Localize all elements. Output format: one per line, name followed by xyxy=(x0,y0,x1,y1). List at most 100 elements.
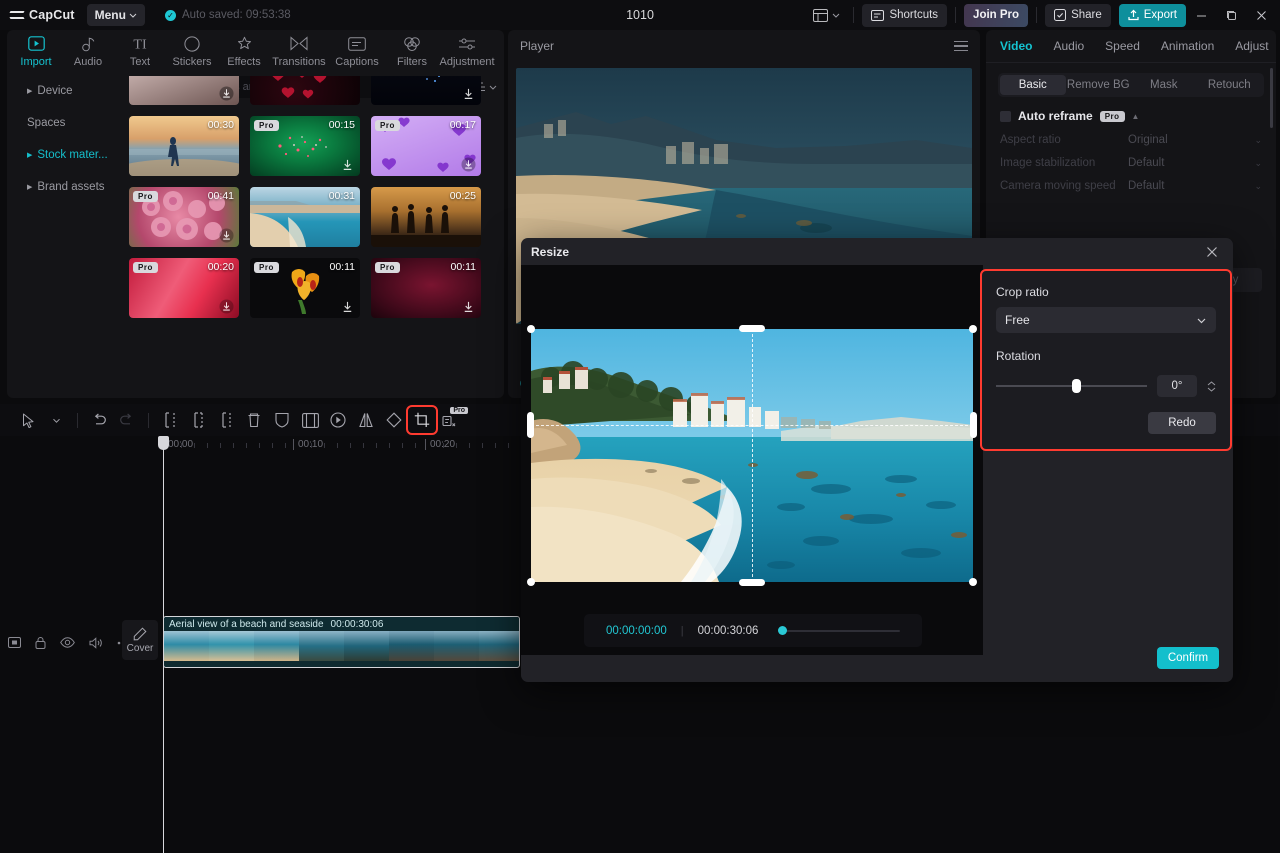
nav-tab-text[interactable]: TI Text xyxy=(114,35,166,68)
maximize-button[interactable] xyxy=(1216,0,1246,30)
crop-handle-top-right[interactable] xyxy=(969,325,977,333)
crop-handle-left[interactable] xyxy=(527,412,534,438)
chevron-down-icon[interactable]: ⌄ xyxy=(1254,181,1262,192)
media-thumbnail[interactable]: 00:30 xyxy=(129,116,239,176)
redo-button[interactable]: Redo xyxy=(1148,412,1216,434)
tab-video[interactable]: Video xyxy=(1000,39,1032,53)
chevron-up-icon[interactable]: ▲ xyxy=(1132,112,1140,121)
chevron-down-icon[interactable] xyxy=(1207,387,1216,392)
split-button[interactable] xyxy=(156,407,184,433)
download-icon[interactable] xyxy=(219,86,234,101)
download-icon[interactable] xyxy=(340,299,355,314)
auto-reframe-row[interactable]: Auto reframe Pro ▲ xyxy=(1000,109,1276,123)
mask-button[interactable] xyxy=(268,407,296,433)
crop-handle-top-left[interactable] xyxy=(527,325,535,333)
camera-moving-speed-row[interactable]: Camera moving speed Default ⌄ xyxy=(1000,180,1262,192)
shortcuts-button[interactable]: Shortcuts xyxy=(862,4,947,27)
tab-animation[interactable]: Animation xyxy=(1161,39,1214,53)
crop-handle-bottom-right[interactable] xyxy=(969,578,977,586)
close-button[interactable] xyxy=(1246,0,1276,30)
freeze-button[interactable] xyxy=(296,407,324,433)
crop-button[interactable] xyxy=(408,407,436,433)
select-tool-dropdown[interactable] xyxy=(42,407,70,433)
nav-tab-captions[interactable]: Captions xyxy=(328,35,386,68)
download-icon[interactable] xyxy=(219,228,234,243)
media-thumbnail[interactable] xyxy=(250,76,360,105)
download-icon[interactable] xyxy=(461,299,476,314)
export-button[interactable]: Export xyxy=(1119,4,1186,27)
properties-scrollbar[interactable] xyxy=(1270,68,1273,128)
rotation-value-field[interactable]: 0° xyxy=(1157,375,1197,397)
scrubber-knob[interactable] xyxy=(778,626,787,635)
auto-reframe-checkbox[interactable] xyxy=(1000,111,1011,122)
image-stabilization-row[interactable]: Image stabilization Default ⌄ xyxy=(1000,157,1262,169)
close-icon[interactable] xyxy=(1201,241,1223,263)
media-thumbnail[interactable]: Pro 00:15 xyxy=(250,116,360,176)
trim-left-button[interactable] xyxy=(184,407,212,433)
sidebar-item-brand-assets[interactable]: ▶ Brand assets xyxy=(17,174,121,200)
nav-tab-effects[interactable]: Effects xyxy=(218,35,270,68)
playhead-handle[interactable] xyxy=(158,436,169,450)
mirror-button[interactable] xyxy=(352,407,380,433)
timeline-clip[interactable]: Aerial view of a beach and seaside 00:00… xyxy=(163,616,520,668)
segment-remove-bg[interactable]: Remove BG xyxy=(1066,75,1132,95)
track-thumb-toggle[interactable] xyxy=(8,637,21,648)
aspect-ratio-row[interactable]: Aspect ratio Original ⌄ xyxy=(1000,134,1262,146)
download-icon[interactable] xyxy=(461,86,476,101)
segment-retouch[interactable]: Retouch xyxy=(1197,75,1263,95)
crop-handle-bottom[interactable] xyxy=(739,579,765,586)
redo-button[interactable] xyxy=(113,407,141,433)
media-thumbnail[interactable]: Pro 00:20 xyxy=(129,258,239,318)
sidebar-item-device[interactable]: ▶ Device xyxy=(17,78,121,104)
nav-tab-transitions[interactable]: Transitions xyxy=(270,35,328,68)
tab-adjust[interactable]: Adjust xyxy=(1235,39,1268,53)
crop-ratio-select[interactable]: Free xyxy=(996,307,1216,333)
sidebar-item-spaces[interactable]: Spaces xyxy=(17,110,121,136)
chevron-down-icon[interactable]: ⌄ xyxy=(1254,158,1262,169)
rotation-slider-track[interactable] xyxy=(996,385,1147,387)
chevron-up-icon[interactable] xyxy=(1207,381,1216,386)
share-button[interactable]: Share xyxy=(1045,4,1111,27)
select-tool-button[interactable] xyxy=(14,407,42,433)
segment-mask[interactable]: Mask xyxy=(1131,75,1197,95)
tab-audio[interactable]: Audio xyxy=(1053,39,1084,53)
media-thumbnail[interactable]: Pro 00:17 xyxy=(371,116,481,176)
nav-tab-adjustment[interactable]: Adjustment xyxy=(438,35,496,68)
media-thumbnail[interactable]: 00:31 xyxy=(250,187,360,247)
nav-tab-import[interactable]: Import xyxy=(10,35,62,68)
delete-button[interactable] xyxy=(240,407,268,433)
confirm-button[interactable]: Confirm xyxy=(1157,647,1219,669)
trim-right-button[interactable] xyxy=(212,407,240,433)
join-pro-button[interactable]: Join Pro xyxy=(964,4,1028,27)
remove-bg-button[interactable]: Pro xyxy=(436,407,464,433)
speed-button[interactable] xyxy=(324,407,352,433)
media-thumbnail[interactable]: Pro 00:41 xyxy=(129,187,239,247)
nav-tab-audio[interactable]: Audio xyxy=(62,35,114,68)
crop-handle-right[interactable] xyxy=(970,412,977,438)
download-icon[interactable] xyxy=(461,157,476,172)
minimize-button[interactable] xyxy=(1186,0,1216,30)
menu-button[interactable]: Menu xyxy=(87,4,145,26)
tab-speed[interactable]: Speed xyxy=(1105,39,1140,53)
crop-handle-bottom-left[interactable] xyxy=(527,578,535,586)
hamburger-icon[interactable] xyxy=(954,41,968,52)
track-visibility[interactable] xyxy=(60,637,75,648)
rotate-button[interactable] xyxy=(380,407,408,433)
sidebar-item-stock-materials[interactable]: ▶ Stock mater... xyxy=(17,142,121,168)
download-icon[interactable] xyxy=(340,157,355,172)
segment-basic[interactable]: Basic xyxy=(1000,75,1066,95)
media-thumbnail[interactable]: 00:25 xyxy=(371,187,481,247)
scrubber-track[interactable] xyxy=(778,630,900,632)
media-thumbnail[interactable] xyxy=(129,76,239,105)
chevron-down-icon[interactable]: ⌄ xyxy=(1254,135,1262,146)
cover-button[interactable]: Cover xyxy=(122,620,158,660)
media-thumbnail[interactable] xyxy=(371,76,481,105)
undo-button[interactable] xyxy=(85,407,113,433)
layout-button[interactable] xyxy=(808,6,845,25)
download-icon[interactable] xyxy=(219,299,234,314)
rotation-stepper[interactable] xyxy=(1207,381,1216,392)
media-thumbnail[interactable]: Pro 00:11 xyxy=(371,258,481,318)
nav-tab-filters[interactable]: Filters xyxy=(386,35,438,68)
crop-handle-top[interactable] xyxy=(739,325,765,332)
track-mute[interactable] xyxy=(89,637,103,649)
